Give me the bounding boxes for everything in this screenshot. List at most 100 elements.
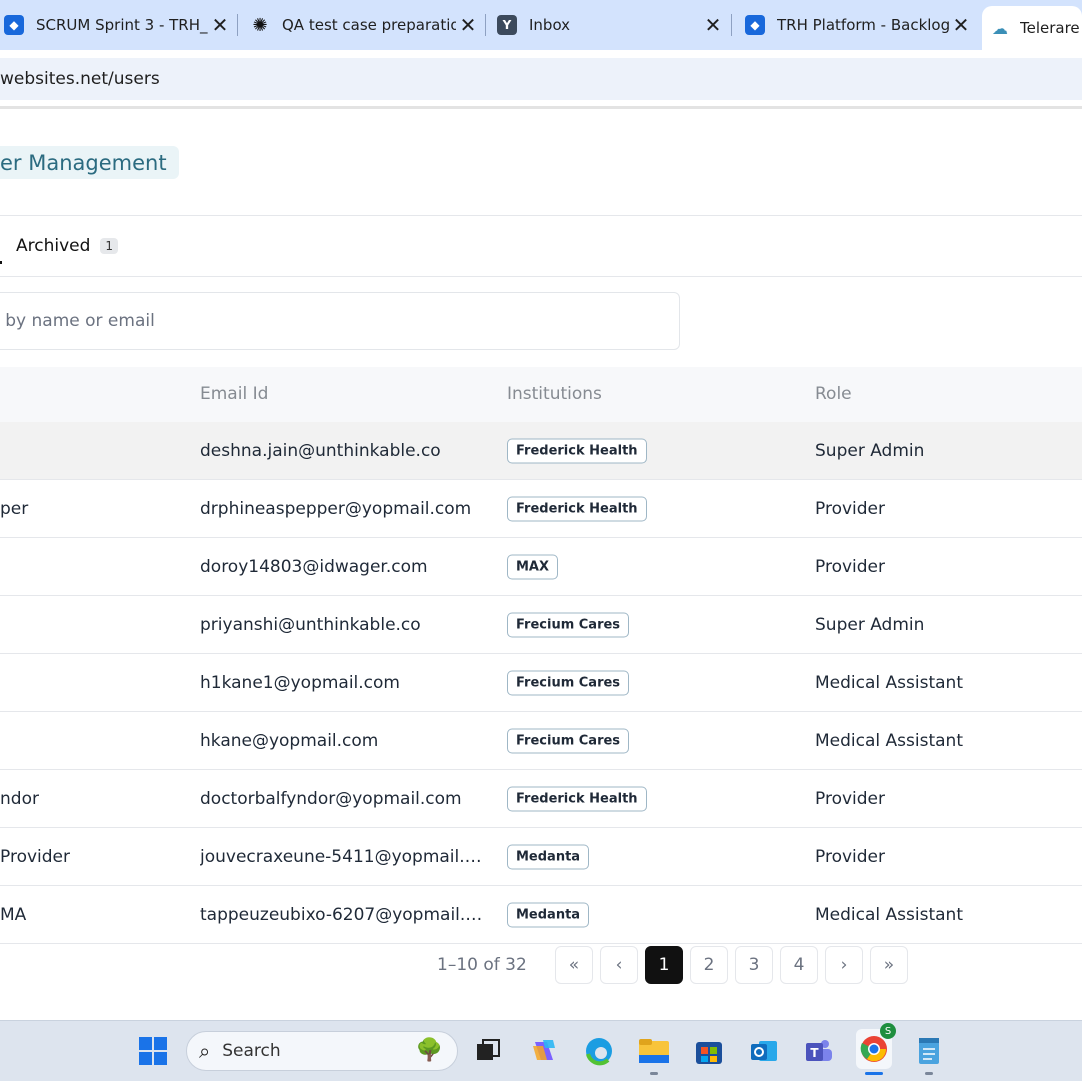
- table-row[interactable]: doroy14803@idwager.com MAX Provider: [0, 538, 1082, 596]
- user-email: doroy14803@idwager.com: [200, 556, 428, 577]
- table-row[interactable]: per drphineaspepper@yopmail.com Frederick …: [0, 480, 1082, 538]
- institution-cell: Frederick Health: [507, 786, 647, 811]
- file-explorer-icon[interactable]: [638, 1035, 670, 1067]
- browser-tab-telerare[interactable]: ☁ Telerare H: [982, 6, 1082, 50]
- browser-tab-qa[interactable]: ✺ QA test case preparation ✕: [250, 0, 480, 50]
- tab-title: TRH Platform - Backlog: [777, 16, 949, 34]
- institution-cell: Medanta: [507, 902, 590, 927]
- page-button-2[interactable]: 2: [690, 946, 728, 984]
- status-tabs: Archived 1: [0, 217, 1082, 275]
- tab-title: Inbox: [529, 16, 571, 34]
- next-page-button[interactable]: ›: [825, 946, 863, 984]
- user-name: Provider: [0, 846, 70, 867]
- user-email: drphineaspepper@yopmail.com: [200, 498, 472, 519]
- running-indicator: [925, 1072, 933, 1075]
- address-bar[interactable]: websites.net/users: [0, 58, 1082, 100]
- running-indicator: [650, 1072, 658, 1075]
- table-row[interactable]: priyanshi@unthinkable.co Frecium Cares Sup…: [0, 596, 1082, 654]
- jira-icon: ◆: [745, 15, 765, 35]
- edge-icon[interactable]: [583, 1035, 615, 1067]
- table-row[interactable]: Provider jouvecraxeune-5411@yopmail.c… Med…: [0, 828, 1082, 886]
- start-icon[interactable]: [137, 1035, 169, 1067]
- table-row[interactable]: h1kane1@yopmail.com Frecium Cares Medical …: [0, 654, 1082, 712]
- user-email: tappeuzeubixo-6207@yopmail.…: [200, 904, 483, 925]
- user-email: priyanshi@unthinkable.co: [200, 614, 421, 635]
- divider: [0, 215, 1082, 216]
- table-row[interactable]: ndor doctorbalfyndor@yopmail.com Frederick…: [0, 770, 1082, 828]
- table-row[interactable]: deshna.jain@unthinkable.co Frederick Heal…: [0, 422, 1082, 480]
- user-email: hkane@yopmail.com: [200, 730, 379, 751]
- user-role: Medical Assistant: [815, 672, 963, 693]
- user-role: Provider: [815, 846, 885, 867]
- page-button-4[interactable]: 4: [780, 946, 818, 984]
- browser-tab-backlog[interactable]: ◆ TRH Platform - Backlog ✕: [745, 0, 973, 50]
- column-header-role[interactable]: Role: [815, 384, 852, 404]
- institution-cell: Medanta: [507, 844, 590, 869]
- copilot-icon[interactable]: [528, 1035, 560, 1067]
- chrome-icon[interactable]: S: [856, 1023, 896, 1069]
- institution-chip: Frecium Cares: [507, 670, 630, 695]
- table-row[interactable]: MA tappeuzeubixo-6207@yopmail.… Medanta Med…: [0, 886, 1082, 944]
- chatgpt-icon: ✺: [252, 14, 268, 36]
- page-button-3[interactable]: 3: [735, 946, 773, 984]
- institution-cell: MAX: [507, 554, 559, 579]
- column-header-institutions[interactable]: Institutions: [507, 384, 602, 404]
- institution-chip: Frederick Health: [507, 496, 647, 521]
- search-input[interactable]: [0, 310, 593, 332]
- previous-page-button[interactable]: ‹: [600, 946, 638, 984]
- institution-cell: Frecium Cares: [507, 612, 630, 637]
- divider: [0, 276, 1082, 277]
- institution-chip: Medanta: [507, 902, 590, 927]
- user-role: Super Admin: [815, 440, 925, 461]
- table-header: Email Id Institutions Role: [0, 367, 1082, 422]
- active-tab-underline: [0, 261, 2, 264]
- browser-tab-inbox[interactable]: Y Inbox ✕: [497, 0, 725, 50]
- institution-chip: Medanta: [507, 844, 590, 869]
- url-text: websites.net/users: [0, 69, 160, 89]
- search-icon: ⌕: [199, 1039, 211, 1063]
- yopmail-icon: Y: [497, 15, 517, 35]
- archived-count-badge: 1: [100, 238, 119, 254]
- user-role: Provider: [815, 498, 885, 519]
- user-role: Medical Assistant: [815, 730, 963, 751]
- browser-toolbar: websites.net/users: [0, 50, 1082, 108]
- institution-chip: Frederick Health: [507, 786, 647, 811]
- teams-icon[interactable]: T: [803, 1035, 835, 1067]
- institution-cell: Frederick Health: [507, 496, 647, 521]
- user-email: deshna.jain@unthinkable.co: [200, 440, 441, 461]
- taskbar-search[interactable]: ⌕ Search 🌳: [186, 1031, 458, 1071]
- tab-separator: [485, 14, 486, 36]
- tab-separator: [237, 14, 238, 36]
- notepad-icon[interactable]: [913, 1035, 945, 1067]
- user-search-box[interactable]: [0, 292, 680, 350]
- first-page-button[interactable]: «: [555, 946, 593, 984]
- close-icon[interactable]: ✕: [701, 13, 725, 37]
- windows-taskbar: ⌕ Search 🌳 T S: [0, 1020, 1082, 1081]
- page-button-1[interactable]: 1: [645, 946, 683, 984]
- close-icon[interactable]: ✕: [456, 13, 480, 37]
- jira-icon: ◆: [4, 15, 24, 35]
- pagination-range: 1–10 of 32: [437, 955, 527, 975]
- task-view-icon[interactable]: [472, 1035, 504, 1067]
- telerare-icon: ☁: [992, 18, 1008, 38]
- user-name: ndor: [0, 788, 39, 809]
- table-row[interactable]: hkane@yopmail.com Frecium Cares Medical As…: [0, 712, 1082, 770]
- close-icon[interactable]: ✕: [949, 13, 973, 37]
- outlook-icon[interactable]: [748, 1035, 780, 1067]
- close-icon[interactable]: ✕: [208, 13, 232, 37]
- tab-title: Telerare H: [1020, 19, 1082, 37]
- user-name: MA: [0, 904, 27, 925]
- browser-tab-scrum[interactable]: ◆ SCRUM Sprint 3 - TRH_P ✕: [0, 0, 232, 50]
- institution-chip: MAX: [507, 554, 559, 579]
- institution-chip: Frecium Cares: [507, 612, 630, 637]
- page-title: er Management: [0, 150, 167, 175]
- institution-chip: Frederick Health: [507, 438, 647, 463]
- store-icon[interactable]: [693, 1035, 725, 1067]
- tab-archived[interactable]: Archived 1: [16, 236, 119, 256]
- user-email: jouvecraxeune-5411@yopmail.c…: [200, 846, 484, 867]
- taskbar-search-label: Search: [222, 1041, 281, 1061]
- column-header-email[interactable]: Email Id: [200, 384, 268, 404]
- svg-text:T: T: [810, 1046, 819, 1060]
- tab-archived-label: Archived: [16, 236, 91, 256]
- last-page-button[interactable]: »: [870, 946, 908, 984]
